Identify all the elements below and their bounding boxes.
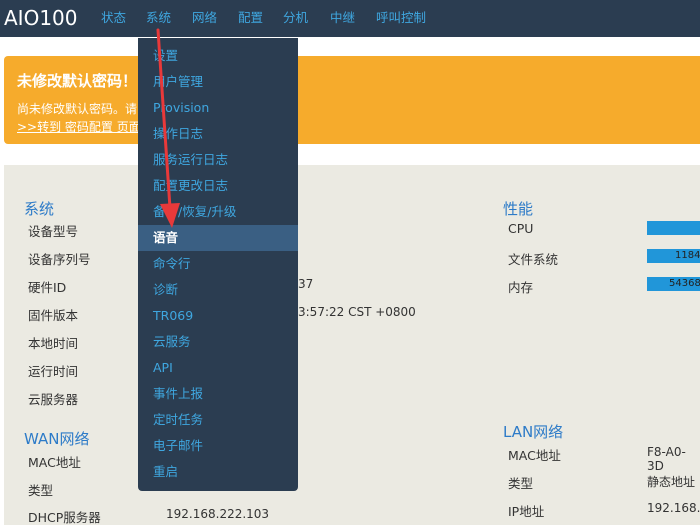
row-value-lan-type: 静态地址: [647, 475, 696, 489]
row-label-cloud-server: 云服务器: [28, 392, 79, 407]
filesystem-usage-bar: 1184: [647, 249, 700, 263]
row-value-hardware-id: 37: [298, 277, 314, 291]
menu-item-scheduled-tasks[interactable]: 定时任务: [138, 407, 298, 433]
menu-item-voice[interactable]: 语音: [138, 225, 298, 251]
menu-item-operation-log[interactable]: 操作日志: [138, 121, 298, 147]
row-label-memory: 内存: [508, 280, 534, 295]
row-label-serial: 设备序列号: [28, 252, 91, 267]
menu-item-user-management[interactable]: 用户管理: [138, 69, 298, 95]
menu-item-cloud-service[interactable]: 云服务: [138, 329, 298, 355]
menu-item-event-report[interactable]: 事件上报: [138, 381, 298, 407]
memory-usage-text: 54368: [669, 278, 700, 289]
system-section-title: 系统: [24, 200, 55, 218]
main-nav: 状态 系统 网络 配置 分机 中继 呼叫控制: [101, 0, 446, 37]
menu-item-command-line[interactable]: 命令行: [138, 251, 298, 277]
row-label-device-model: 设备型号: [28, 224, 79, 239]
wan-section-title: WAN网络: [24, 430, 90, 448]
cpu-usage-bar: [647, 221, 700, 235]
nav-system[interactable]: 系统: [146, 0, 192, 37]
nav-config[interactable]: 配置: [238, 0, 283, 37]
menu-item-backup-restore-upgrade[interactable]: 备份/恢复/升级: [138, 199, 298, 225]
menu-item-diagnostics[interactable]: 诊断: [138, 277, 298, 303]
menu-item-service-log[interactable]: 服务运行日志: [138, 147, 298, 173]
menu-item-email[interactable]: 电子邮件: [138, 433, 298, 459]
memory-usage-bar: 54368: [647, 277, 700, 291]
row-value-firmware: 3:57:22 CST +0800: [298, 305, 416, 319]
row-value-wan-dhcp: 192.168.222.103: [166, 507, 270, 521]
row-label-wan-mac: MAC地址: [28, 455, 81, 470]
default-password-alert: 未修改默认密码！ 尚未修改默认密码。请 >>转到 密码配置 页面: [4, 56, 700, 144]
row-label-firmware: 固件版本: [28, 308, 79, 323]
menu-item-tr069[interactable]: TR069: [138, 303, 298, 329]
filesystem-usage-text: 1184: [675, 250, 700, 261]
top-navigation-bar: AIO100 状态 系统 网络 配置 分机 中继 呼叫控制: [0, 0, 700, 37]
row-label-cpu: CPU: [508, 221, 534, 236]
brand-logo: AIO100: [4, 6, 78, 30]
nav-network[interactable]: 网络: [192, 0, 238, 37]
status-panel: 系统 设备型号 设备序列号 硬件ID 37 固件版本 3:57:22 CST +…: [4, 165, 700, 525]
lan-section-title: LAN网络: [503, 423, 564, 441]
row-value-lan-mac: F8-A0-3D: [647, 445, 686, 473]
menu-item-provision[interactable]: Provision: [138, 95, 298, 121]
nav-extension[interactable]: 分机: [283, 0, 330, 37]
row-label-filesystem: 文件系统: [508, 252, 559, 267]
row-label-uptime: 运行时间: [28, 364, 79, 379]
alert-text: 尚未修改默认密码。请: [17, 102, 138, 116]
system-dropdown-menu: 设置 用户管理 Provision 操作日志 服务运行日志 配置更改日志 备份/…: [138, 38, 298, 491]
nav-status[interactable]: 状态: [101, 0, 146, 37]
nav-call-control[interactable]: 呼叫控制: [376, 0, 446, 37]
row-label-lan-mac: MAC地址: [508, 448, 561, 463]
menu-item-settings[interactable]: 设置: [138, 43, 298, 69]
row-label-wan-type: 类型: [28, 483, 54, 498]
menu-item-api[interactable]: API: [138, 355, 298, 381]
row-label-lan-type: 类型: [508, 476, 534, 491]
password-config-link[interactable]: >>转到 密码配置 页面: [17, 118, 141, 135]
row-label-local-time: 本地时间: [28, 336, 79, 351]
menu-item-config-change-log[interactable]: 配置更改日志: [138, 173, 298, 199]
alert-title: 未修改默认密码！: [17, 72, 138, 90]
nav-trunk[interactable]: 中继: [330, 0, 376, 37]
row-label-lan-ip: IP地址: [508, 504, 545, 519]
menu-item-reboot[interactable]: 重启: [138, 459, 298, 485]
row-label-wan-dhcp: DHCP服务器: [28, 510, 101, 525]
row-label-hardware-id: 硬件ID: [28, 280, 67, 295]
row-value-lan-ip: 192.168.3: [647, 501, 700, 515]
performance-section-title: 性能: [503, 200, 534, 218]
